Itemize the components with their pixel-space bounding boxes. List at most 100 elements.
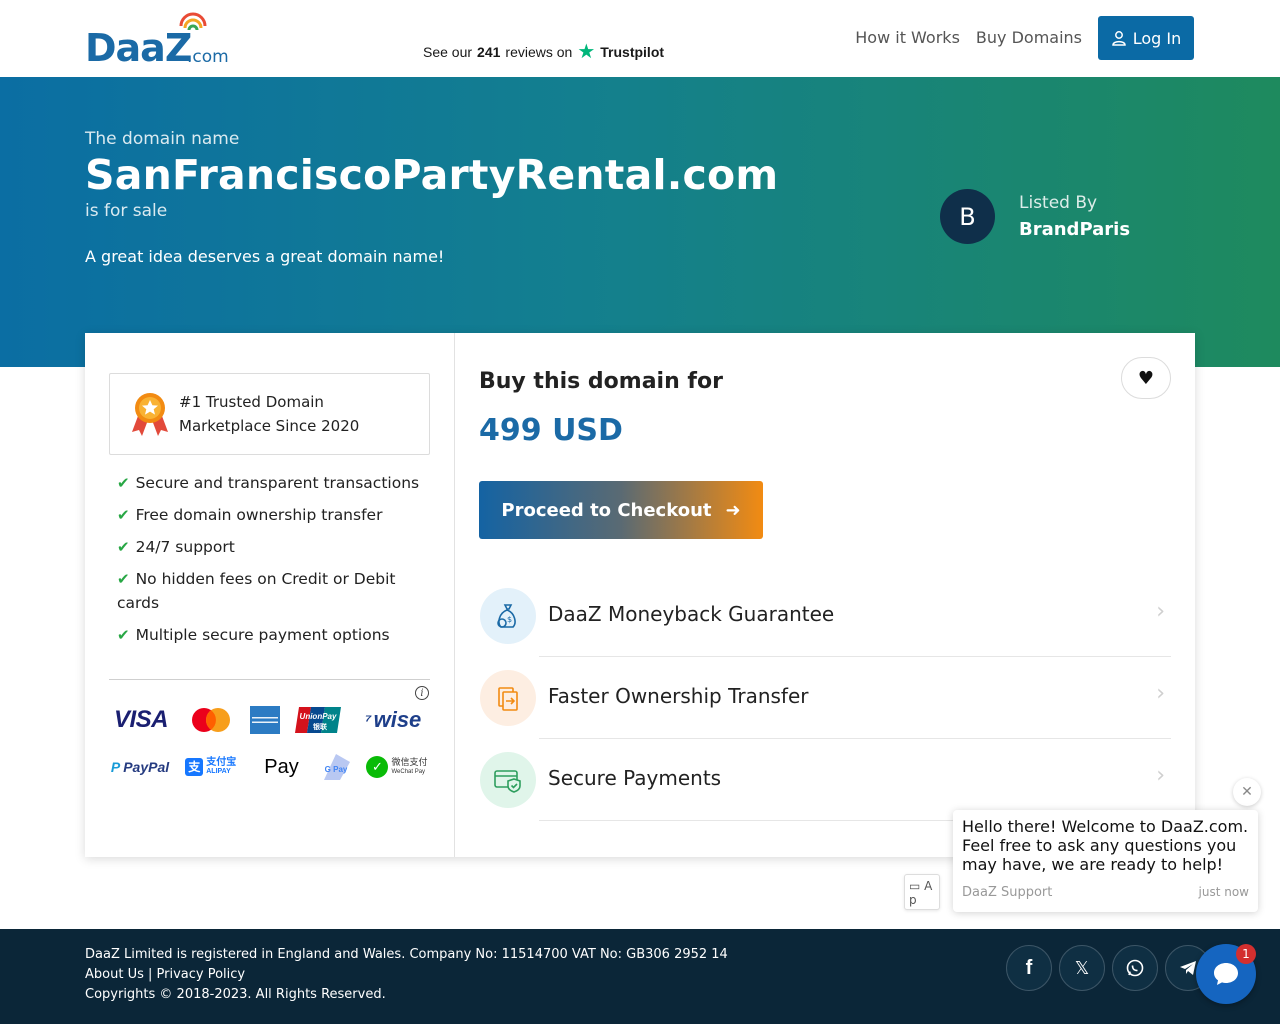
chat-agent-avatar: ▭ A p — [904, 874, 940, 910]
logo-text: DaaZ — [85, 26, 192, 70]
svg-text:银联: 银联 — [313, 722, 328, 731]
about-us-link[interactable]: About Us — [85, 967, 144, 982]
wise-flag-icon: ⁷ — [364, 709, 372, 730]
document-transfer-icon — [480, 670, 536, 726]
x-icon[interactable]: 𝕏 — [1059, 945, 1105, 991]
benefit-label: DaaZ Moneyback Guarantee — [548, 602, 835, 626]
benefit-moneyback[interactable]: $ DaaZ Moneyback Guarantee › — [479, 575, 1171, 657]
trustpilot-link[interactable]: See our 241 reviews on ★ Trustpilot — [423, 41, 665, 63]
feature-list: ✔ Secure and transparent transactions ✔ Fr… — [117, 471, 427, 655]
paypal-logo: P PayPal — [109, 759, 171, 775]
chat-close-icon[interactable]: ✕ — [1233, 778, 1261, 806]
arrow-right-icon: ➜ — [725, 499, 741, 521]
trustpilot-prefix: See our — [423, 44, 473, 60]
check-icon: ✔ — [117, 474, 130, 492]
trust-panel: #1 Trusted Domain Marketplace Since 2020… — [85, 333, 455, 857]
footer-links: About Us | Privacy Policy — [85, 967, 245, 982]
benefit-label: Faster Ownership Transfer — [548, 684, 809, 708]
trusted-badge-text: #1 Trusted Domain Marketplace Since 2020 — [179, 393, 360, 435]
wechat-check-icon: ✓ — [366, 756, 389, 778]
hero-banner: The domain name SanFranciscoPartyRental.… — [0, 77, 1280, 367]
trustpilot-suffix: reviews on — [505, 44, 573, 60]
heart-icon: ♥ — [1137, 367, 1155, 389]
benefit-secure-payments[interactable]: Secure Payments › — [479, 739, 1171, 821]
info-icon[interactable]: i — [415, 686, 429, 700]
check-icon: ✔ — [117, 626, 130, 644]
feature-label: No hidden fees on Credit or Debit cards — [117, 570, 396, 612]
amex-logo — [249, 706, 280, 734]
feature-label: Multiple secure payment options — [135, 626, 390, 644]
buy-title: Buy this domain for — [479, 369, 723, 394]
nav-how-it-works[interactable]: How it Works — [855, 16, 960, 60]
hero-intro: The domain name — [85, 129, 240, 149]
secure-card-icon — [480, 752, 536, 808]
alipay-icon: 支 — [185, 758, 204, 776]
purchase-card: #1 Trusted Domain Marketplace Since 2020… — [85, 333, 1195, 857]
chevron-right-icon: › — [1156, 763, 1165, 788]
wise-text: wise — [373, 707, 422, 732]
wechat-en: WeChat Pay — [391, 769, 426, 775]
hero-tagline: A great idea deserves a great domain nam… — [85, 247, 445, 266]
copyright: Copyrights © 2018-2023. All Rights Reser… — [85, 987, 386, 1002]
feature-label: 24/7 support — [135, 538, 235, 556]
wechat-pay-logo: ✓ 微信支付 WeChat Pay — [364, 756, 430, 778]
listed-by-label: Listed By — [1019, 193, 1098, 213]
payment-divider — [109, 679, 430, 680]
paypal-text: PayPal — [123, 759, 170, 775]
login-label: Log In — [1132, 28, 1182, 48]
privacy-policy-link[interactable]: Privacy Policy — [157, 967, 246, 982]
whatsapp-icon[interactable] — [1112, 945, 1158, 991]
feature-item: ✔ No hidden fees on Credit or Debit cards — [117, 567, 427, 615]
chevron-right-icon: › — [1156, 599, 1165, 624]
alipay-cn: 支付宝 — [206, 757, 237, 768]
trustpilot-star-icon: ★ — [577, 41, 596, 63]
feature-item: ✔ 24/7 support — [117, 535, 427, 559]
chat-greeting-bubble[interactable]: Hello there! Welcome to DaaZ.com. Feel f… — [953, 810, 1258, 912]
company-registration: DaaZ Limited is registered in England an… — [85, 947, 728, 962]
feature-item: ✔ Secure and transparent transactions — [117, 471, 427, 495]
chat-icon — [1214, 963, 1238, 985]
link-separator: | — [148, 967, 153, 982]
seller-name[interactable]: BrandParis — [1019, 219, 1130, 240]
user-icon — [1111, 31, 1126, 46]
broken-image-icon: ▭ — [909, 879, 921, 893]
trustpilot-review-count: 241 — [477, 44, 501, 60]
mastercard-logo — [188, 706, 234, 734]
logo-suffix: .com — [187, 47, 229, 67]
medal-icon — [132, 393, 168, 436]
checkout-label: Proceed to Checkout — [501, 499, 712, 521]
google-pay-logo: G Pay — [322, 752, 352, 782]
site-footer: DaaZ Limited is registered in England an… — [0, 929, 1280, 1024]
benefit-label: Secure Payments — [548, 766, 722, 790]
nav-buy-domains[interactable]: Buy Domains — [976, 16, 1082, 60]
payment-methods-row-1: VISA UnionPay 银联 ⁷ wise — [109, 705, 430, 735]
svg-text:$: $ — [507, 615, 512, 624]
benefit-faster-transfer[interactable]: Faster Ownership Transfer › — [479, 657, 1171, 739]
chat-unread-badge: 1 — [1236, 944, 1256, 964]
apple-pay-logo: Pay — [251, 756, 311, 779]
main-nav: How it Works Buy Domains Log In — [855, 16, 1194, 60]
check-icon: ✔ — [117, 506, 130, 524]
svg-text:UnionPay: UnionPay — [299, 712, 336, 721]
chat-timestamp: just now — [1198, 885, 1249, 899]
alipay-en: ALIPAY — [206, 768, 231, 775]
for-sale-text: is for sale — [85, 201, 168, 221]
proceed-to-checkout-button[interactable]: Proceed to Checkout ➜ — [479, 481, 763, 539]
wise-logo: ⁷ wise — [356, 707, 430, 733]
alipay-logo: 支 支付宝 ALIPAY — [183, 758, 239, 776]
feature-label: Free domain ownership transfer — [135, 506, 383, 524]
check-icon: ✔ — [117, 570, 130, 588]
login-button[interactable]: Log In — [1098, 16, 1194, 60]
chevron-right-icon: › — [1156, 681, 1165, 706]
apple-pay-text: Pay — [264, 755, 299, 778]
daaz-logo[interactable]: DaaZ .com — [85, 12, 235, 70]
feature-item: ✔ Multiple secure payment options — [117, 623, 427, 647]
seller-avatar[interactable]: B — [940, 189, 995, 244]
facebook-icon[interactable]: f — [1006, 945, 1052, 991]
domain-price: 499 USD — [479, 413, 623, 448]
chat-message: Hello there! Welcome to DaaZ.com. Feel f… — [962, 817, 1249, 874]
feature-label: Secure and transparent transactions — [135, 474, 420, 492]
check-icon: ✔ — [117, 538, 130, 556]
favorite-button[interactable]: ♥ — [1121, 357, 1171, 399]
trustpilot-brand: Trustpilot — [600, 44, 665, 60]
